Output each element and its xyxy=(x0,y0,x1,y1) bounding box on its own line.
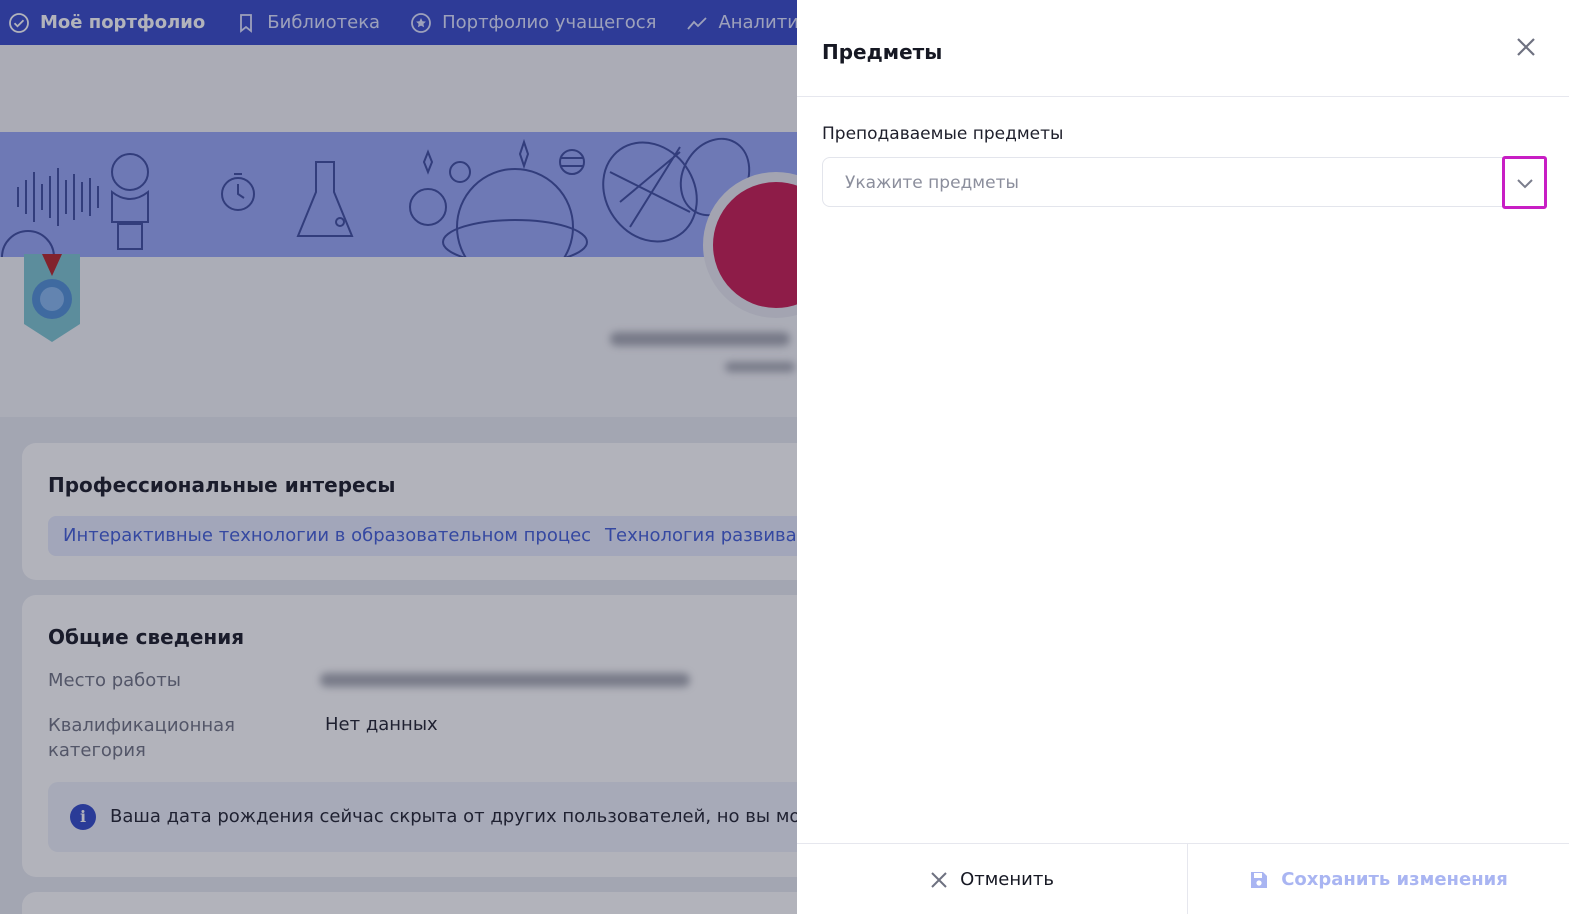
drawer-footer: Отменить Сохранить изменения xyxy=(797,843,1569,914)
save-changes-button[interactable]: Сохранить изменения xyxy=(1188,844,1569,914)
drawer-title: Предметы xyxy=(822,40,943,64)
subjects-dropdown-toggle[interactable] xyxy=(1502,156,1547,209)
chevron-down-icon xyxy=(1516,178,1533,188)
close-button[interactable] xyxy=(1509,30,1543,64)
save-button-label: Сохранить изменения xyxy=(1281,869,1508,890)
subjects-drawer: Предметы Преподаваемые предметы Укажите … xyxy=(797,0,1569,914)
close-icon xyxy=(930,871,948,889)
save-icon xyxy=(1249,870,1269,890)
subjects-select[interactable]: Укажите предметы xyxy=(822,157,1546,207)
cancel-button-label: Отменить xyxy=(960,869,1054,890)
drawer-header: Предметы xyxy=(797,0,1569,97)
subjects-select-placeholder: Укажите предметы xyxy=(845,173,1019,193)
subjects-field-label: Преподаваемые предметы xyxy=(822,124,1064,144)
close-icon xyxy=(1517,38,1535,56)
cancel-button[interactable]: Отменить xyxy=(797,844,1187,914)
